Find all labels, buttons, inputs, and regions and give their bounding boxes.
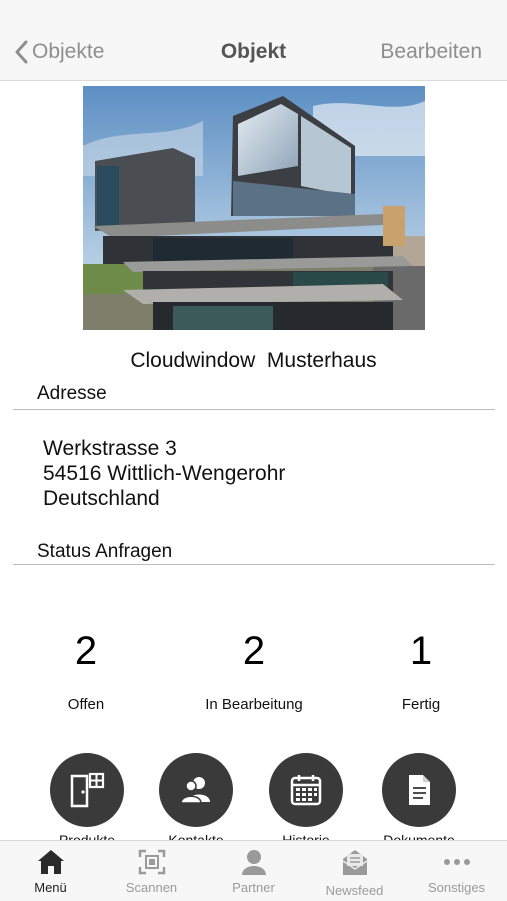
tab-scan[interactable]: Scannen xyxy=(101,847,202,895)
status-in-progress[interactable]: 2 In Bearbeitung xyxy=(194,631,314,713)
tab-partner[interactable]: Partner xyxy=(203,847,304,895)
address-section-title: Adresse xyxy=(37,383,107,404)
divider xyxy=(13,409,495,410)
door-window-icon xyxy=(70,772,105,808)
status-done[interactable]: 1 Fertig xyxy=(361,631,481,713)
status-open-count: 2 xyxy=(74,629,98,673)
tab-newsfeed[interactable]: Newsfeed xyxy=(304,847,405,898)
tab-more-label: Sonstiges xyxy=(427,880,486,895)
contacts-icon xyxy=(180,777,210,804)
building-photo[interactable] xyxy=(83,86,425,330)
calendar-icon xyxy=(290,775,322,806)
scan-icon xyxy=(138,849,165,875)
status-in-progress-count: 2 xyxy=(242,629,266,673)
navigation-bar: Objekte Objekt Bearbeiten xyxy=(0,0,507,81)
products-button[interactable] xyxy=(50,753,124,827)
status-in-progress-label: In Bearbeitung xyxy=(205,696,303,713)
tab-newsfeed-label: Newsfeed xyxy=(325,883,384,898)
divider xyxy=(13,564,495,565)
partner-icon xyxy=(241,850,266,875)
status-done-count: 1 xyxy=(409,629,433,673)
contacts-button[interactable] xyxy=(159,753,233,827)
status-done-label: Fertig xyxy=(401,696,441,713)
tab-bar: Menü Scannen Partner Newsfeed Sonstiges xyxy=(0,840,507,901)
status-section-title: Status Anfragen xyxy=(37,541,173,562)
address-country: Deutschland xyxy=(43,487,160,510)
tab-partner-label: Partner xyxy=(232,880,275,895)
documents-button[interactable] xyxy=(382,753,456,827)
mail-icon xyxy=(342,850,367,875)
tab-menu-label: Menü xyxy=(34,880,67,895)
edit-button[interactable]: Bearbeiten xyxy=(380,40,482,64)
status-open[interactable]: 2 Offen xyxy=(26,631,146,713)
tab-more[interactable]: Sonstiges xyxy=(406,847,507,895)
address-block: Werkstrasse 3 54516 Wittlich-Wengerohr D… xyxy=(43,436,285,511)
status-open-label: Offen xyxy=(67,696,105,713)
document-icon xyxy=(409,775,430,805)
history-button[interactable] xyxy=(269,753,343,827)
tab-menu[interactable]: Menü xyxy=(0,847,101,895)
tab-scan-label: Scannen xyxy=(125,880,178,895)
object-name: Cloudwindow Musterhaus xyxy=(130,349,377,372)
home-icon xyxy=(37,850,64,874)
address-street: Werkstrasse 3 xyxy=(43,437,177,460)
address-city: 54516 Wittlich-Wengerohr xyxy=(43,462,286,485)
more-icon xyxy=(443,859,470,865)
